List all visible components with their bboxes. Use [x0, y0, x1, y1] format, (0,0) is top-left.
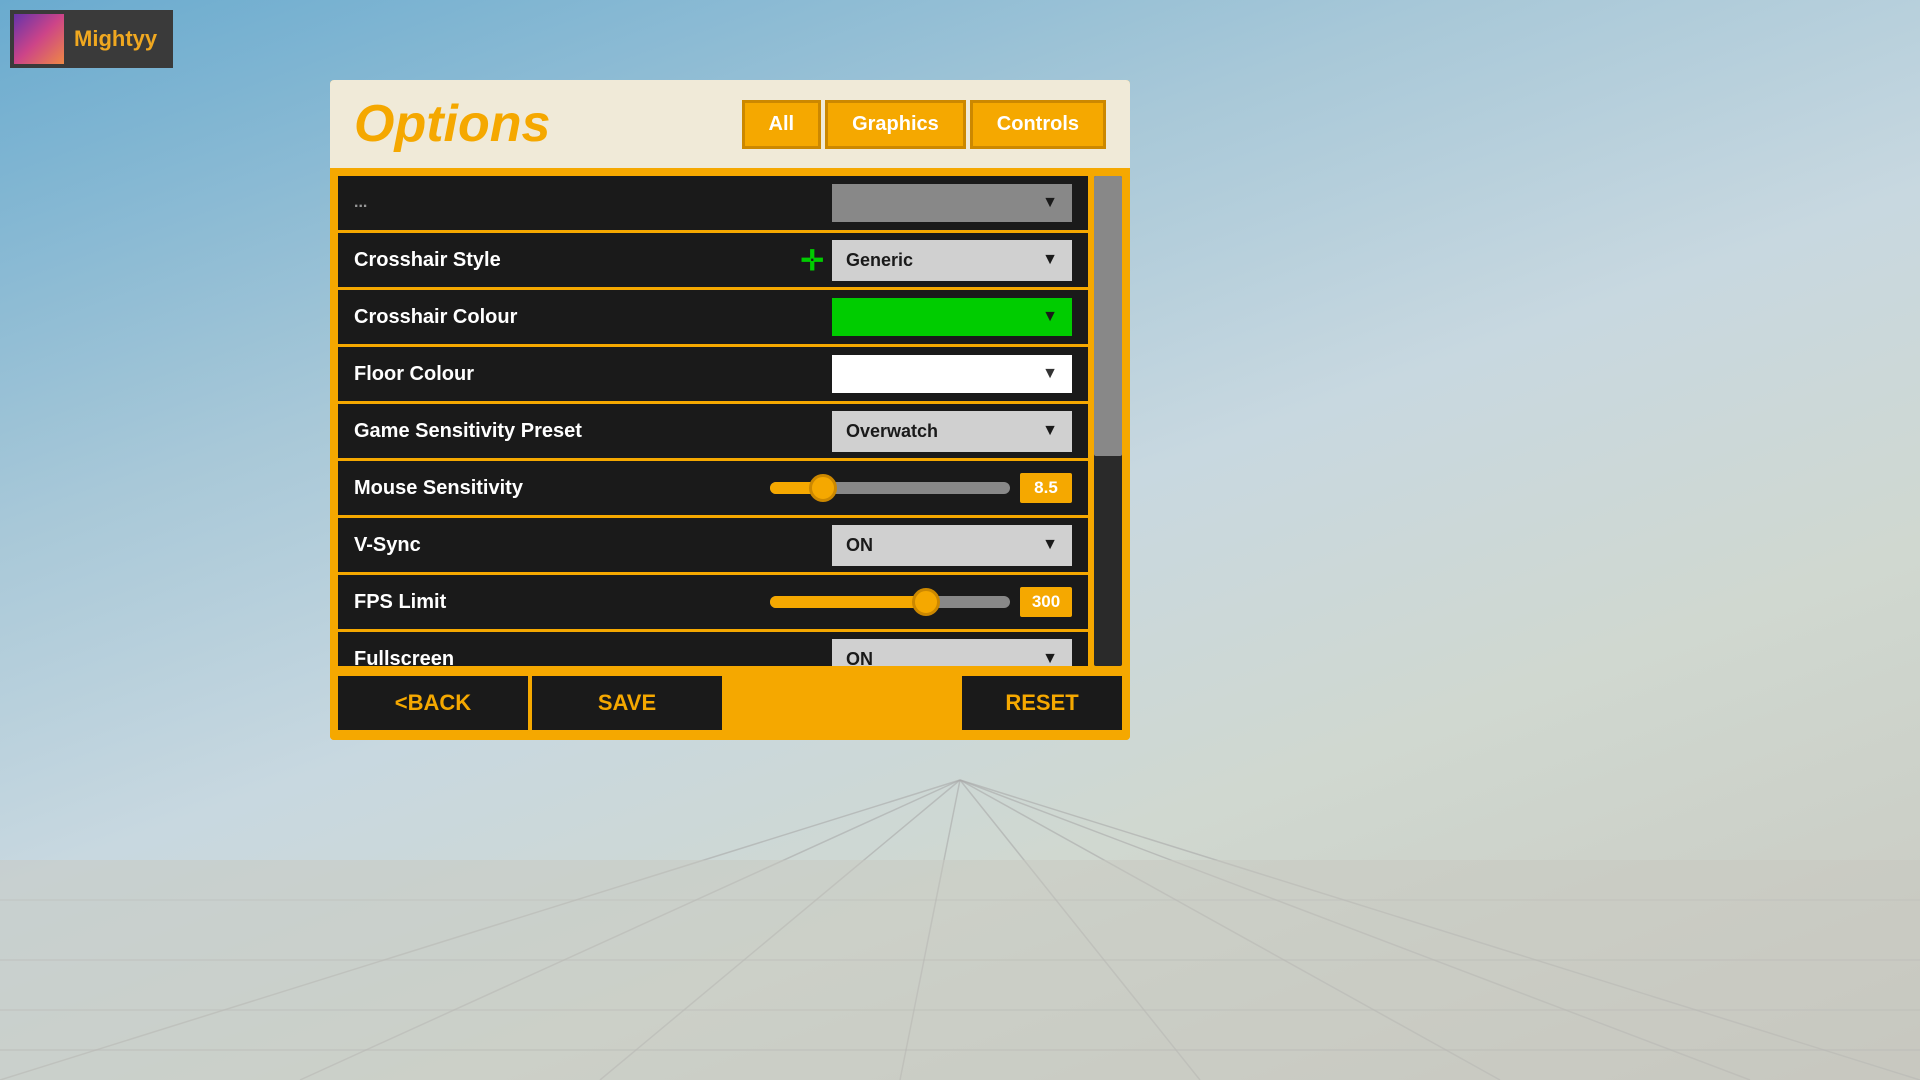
game-sensitivity-value: Overwatch: [846, 421, 938, 442]
crosshair-style-arrow: ▼: [1042, 251, 1058, 269]
floor-colour-arrow: ▼: [1042, 365, 1058, 383]
crosshair-colour-label: Crosshair Colour: [354, 306, 734, 329]
fps-limit-label: FPS Limit: [354, 591, 734, 614]
crosshair-style-dropdown[interactable]: Generic ▼: [832, 240, 1072, 281]
mouse-sensitivity-thumb[interactable]: [809, 474, 837, 502]
crosshair-icon: ✛: [801, 244, 824, 277]
crosshair-colour-arrow: ▼: [1042, 308, 1058, 326]
fps-limit-fill: [770, 596, 926, 608]
tab-graphics[interactable]: Graphics: [825, 100, 966, 149]
vsync-row: V-Sync ON ▼: [338, 518, 1088, 572]
user-badge: Mightyy: [10, 10, 173, 68]
fps-limit-thumb[interactable]: [912, 588, 940, 616]
crosshair-style-value: Generic: [846, 250, 913, 271]
mouse-sensitivity-track[interactable]: [770, 482, 1010, 494]
mouse-sensitivity-row: Mouse Sensitivity 8.5: [338, 461, 1088, 515]
crosshair-style-label: Crosshair Style: [354, 249, 734, 272]
tab-controls[interactable]: Controls: [970, 100, 1106, 149]
options-panel: Options All Graphics Controls ... ▼ Cro: [330, 80, 1130, 740]
panel-footer: <BACK SAVE RESET: [330, 666, 1130, 740]
floor-colour-row: Floor Colour ▼: [338, 347, 1088, 401]
game-sensitivity-arrow: ▼: [1042, 422, 1058, 440]
fullscreen-row: Fullscreen ON ▼: [338, 632, 1088, 666]
game-sensitivity-label: Game Sensitivity Preset: [354, 420, 734, 443]
floor-colour-label: Floor Colour: [354, 363, 734, 386]
panel-title: Options: [354, 98, 550, 150]
mouse-sensitivity-label: Mouse Sensitivity: [354, 477, 734, 500]
avatar: [14, 14, 64, 64]
mouse-sensitivity-slider-container: 8.5: [734, 473, 1072, 503]
crosshair-colour-row: Crosshair Colour ▼: [338, 290, 1088, 344]
back-button[interactable]: <BACK: [338, 676, 528, 730]
floor-colour-dropdown[interactable]: ▼: [832, 355, 1072, 393]
fullscreen-arrow: ▼: [1042, 650, 1058, 666]
scrollbar-thumb[interactable]: [1094, 176, 1122, 456]
panel-content: ... ▼ Crosshair Style ✛ Generic ▼: [330, 168, 1130, 666]
reset-button[interactable]: RESET: [962, 676, 1122, 730]
fps-limit-track[interactable]: [770, 596, 1010, 608]
footer-spacer: [726, 676, 958, 730]
crosshair-colour-dropdown[interactable]: ▼: [832, 298, 1072, 336]
fullscreen-value: ON: [846, 649, 873, 667]
vsync-label: V-Sync: [354, 534, 734, 557]
tab-buttons: All Graphics Controls: [742, 100, 1106, 149]
username: Mightyy: [74, 26, 157, 52]
fullscreen-label: Fullscreen: [354, 648, 734, 667]
panel-header: Options All Graphics Controls: [330, 80, 1130, 168]
game-sensitivity-dropdown[interactable]: Overwatch ▼: [832, 411, 1072, 452]
fps-limit-row: FPS Limit 300: [338, 575, 1088, 629]
fullscreen-dropdown[interactable]: ON ▼: [832, 639, 1072, 667]
tab-all[interactable]: All: [742, 100, 822, 149]
settings-row-top-partial: ... ▼: [338, 176, 1088, 230]
game-sensitivity-row: Game Sensitivity Preset Overwatch ▼: [338, 404, 1088, 458]
fps-limit-slider-container: 300: [734, 587, 1072, 617]
settings-list: ... ▼ Crosshair Style ✛ Generic ▼: [338, 176, 1088, 666]
fps-limit-value: 300: [1020, 587, 1072, 617]
crosshair-style-row: Crosshair Style ✛ Generic ▼: [338, 233, 1088, 287]
vsync-arrow: ▼: [1042, 536, 1058, 554]
scrollbar-track[interactable]: [1094, 176, 1122, 666]
save-button[interactable]: SAVE: [532, 676, 722, 730]
vsync-value: ON: [846, 535, 873, 556]
mouse-sensitivity-value: 8.5: [1020, 473, 1072, 503]
vsync-dropdown[interactable]: ON ▼: [832, 525, 1072, 566]
